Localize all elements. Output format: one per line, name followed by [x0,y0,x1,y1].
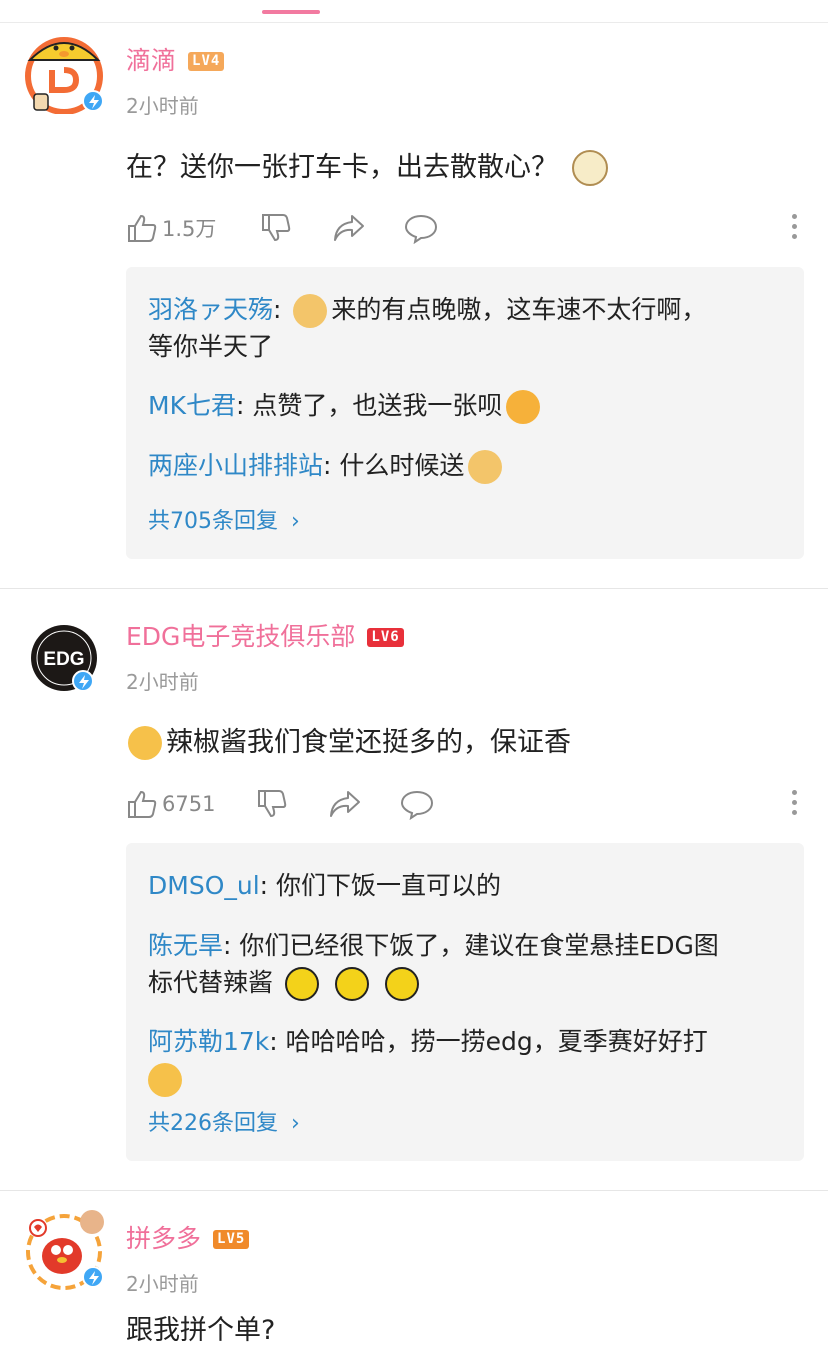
comment-item: 滴滴 LV4 2小时前 在？送你一张打车卡，出去散散心？ 1.5万 羽洛ァ天殇:… [0,0,828,588]
reply-username[interactable]: 陈无旱 [148,931,223,960]
reply-item[interactable]: 羽洛ァ天殇: 来的有点晚嗷，这车速不太行啊， 等你半天了 [148,291,784,365]
laughing-emoji-icon [284,967,319,1001]
level-badge: LV4 [188,51,225,71]
comment-text: 在？送你一张打车卡，出去散散心？ [126,149,612,187]
comment-text-body: 辣椒酱我们食堂还挺多的，保证香 [166,727,571,758]
reply-text: 点赞了，也送我一张呗 [252,391,503,420]
comment-text-body: 在？送你一张打车卡，出去散散心？ [126,152,558,183]
username[interactable]: 滴滴 [126,46,176,76]
thumbs-up-icon [128,214,157,242]
reply-item[interactable]: 两座小山排排站: 什么时候送 [148,447,784,484]
view-more-replies-link[interactable]: 共226条回复 › [148,1105,300,1137]
reply-button[interactable] [404,208,438,248]
thumbs-up-icon [128,790,157,818]
dislike-button[interactable] [256,784,288,824]
timestamp: 2小时前 [126,1272,199,1296]
reply-text: 哈哈哈哈，捞一捞edg，夏季赛好好打 [285,1027,708,1056]
more-replies-text: 共226条回复 [148,1111,278,1136]
comment-item: 拼多多 LV5 2小时前 跟我拼个单? [0,1190,828,1370]
dog-emoji-icon [572,150,608,186]
verified-badge-icon [72,670,94,692]
reply-button[interactable] [400,784,434,824]
chevron-right-icon: › [291,1111,300,1136]
username[interactable]: 拼多多 [126,1224,201,1254]
timestamp: 2小时前 [126,94,199,118]
reply-username[interactable]: 阿苏勒17k [148,1027,269,1056]
giggle-emoji-icon [148,1063,182,1097]
avatar[interactable]: EDG [22,618,106,702]
dog-emoji-icon [293,294,328,328]
level-badge: LV6 [367,627,404,647]
share-icon [334,215,364,241]
like-button[interactable]: 6751 [126,784,215,824]
timestamp: 2小时前 [126,670,199,694]
reply-box[interactable]: DMSO_ul: 你们下饭一直可以的 陈无旱: 你们已经很下饭了，建议在食堂悬挂… [126,843,804,1161]
comment-icon [400,790,434,820]
reply-text: 你们已经很下饭了，建议在食堂悬挂EDG图 [239,931,719,960]
avatar[interactable] [22,1206,106,1290]
more-icon[interactable] [792,790,798,820]
action-bar: 6751 [126,784,806,824]
view-more-replies-link[interactable]: 共705条回复 › [148,503,300,535]
laughing-emoji-icon [384,967,419,1001]
reply-text-continued: 标代替辣酱 [148,968,274,997]
reply-item[interactable]: DMSO_ul: 你们下饭一直可以的 [148,867,784,904]
share-button[interactable] [332,208,366,248]
username-row: EDG电子竞技俱乐部 LV6 [126,622,404,652]
reply-username[interactable]: DMSO_ul [148,871,260,900]
more-replies-text: 共705条回复 [148,509,278,534]
reply-item[interactable]: 阿苏勒17k: 哈哈哈哈，捞一捞edg，夏季赛好好打 [148,1023,784,1097]
greedy-emoji-icon [506,390,541,424]
dog-emoji-icon [468,450,503,484]
username[interactable]: EDG电子竞技俱乐部 [126,622,355,652]
verified-badge-icon [82,1266,104,1288]
like-count: 1.5万 [162,217,217,241]
action-bar: 1.5万 [126,208,806,248]
chevron-right-icon: › [291,509,300,534]
reply-username[interactable]: 羽洛ァ天殇 [148,295,273,324]
reply-text-continued: 等你半天了 [148,332,274,361]
more-icon[interactable] [792,214,798,244]
thumbs-down-icon [262,214,291,242]
smug-emoji-icon [128,726,162,760]
reply-item[interactable]: 陈无旱: 你们已经很下饭了，建议在食堂悬挂EDG图 标代替辣酱 [148,927,784,1001]
share-button[interactable] [328,784,362,824]
username-row: 滴滴 LV4 [126,46,225,76]
reply-text: 来的有点晚嗷，这车速不太行啊， [331,295,707,324]
like-count: 6751 [162,792,216,816]
like-button[interactable]: 1.5万 [126,208,216,248]
thumbs-down-icon [258,790,287,818]
avatar[interactable] [22,30,106,115]
edg-logo-text: EDG [43,649,84,670]
comment-text: 辣椒酱我们食堂还挺多的，保证香 [128,724,571,762]
verified-badge-icon [82,90,104,112]
reply-username[interactable]: MK七君 [148,391,236,420]
comment-item: EDG EDG电子竞技俱乐部 LV6 2小时前 辣椒酱我们食堂还挺多的，保证香 … [0,588,828,1190]
reply-item[interactable]: MK七君: 点赞了，也送我一张呗 [148,387,784,424]
reply-box[interactable]: 羽洛ァ天殇: 来的有点晚嗷，这车速不太行啊， 等你半天了 MK七君: 点赞了，也… [126,267,804,559]
edg-logo-icon: EDG [31,625,97,691]
comment-text: 跟我拼个单? [126,1312,275,1350]
reply-text: 什么时候送 [339,451,465,480]
share-icon [330,791,360,817]
reply-text: 你们下饭一直可以的 [276,871,502,900]
laughing-emoji-icon [334,967,369,1001]
dislike-button[interactable] [260,208,292,248]
username-row: 拼多多 LV5 [126,1224,250,1254]
comment-text-body: 跟我拼个单? [126,1315,276,1346]
level-badge: LV5 [213,1229,250,1249]
comment-icon [404,214,438,244]
reply-username[interactable]: 两座小山排排站 [148,451,323,480]
